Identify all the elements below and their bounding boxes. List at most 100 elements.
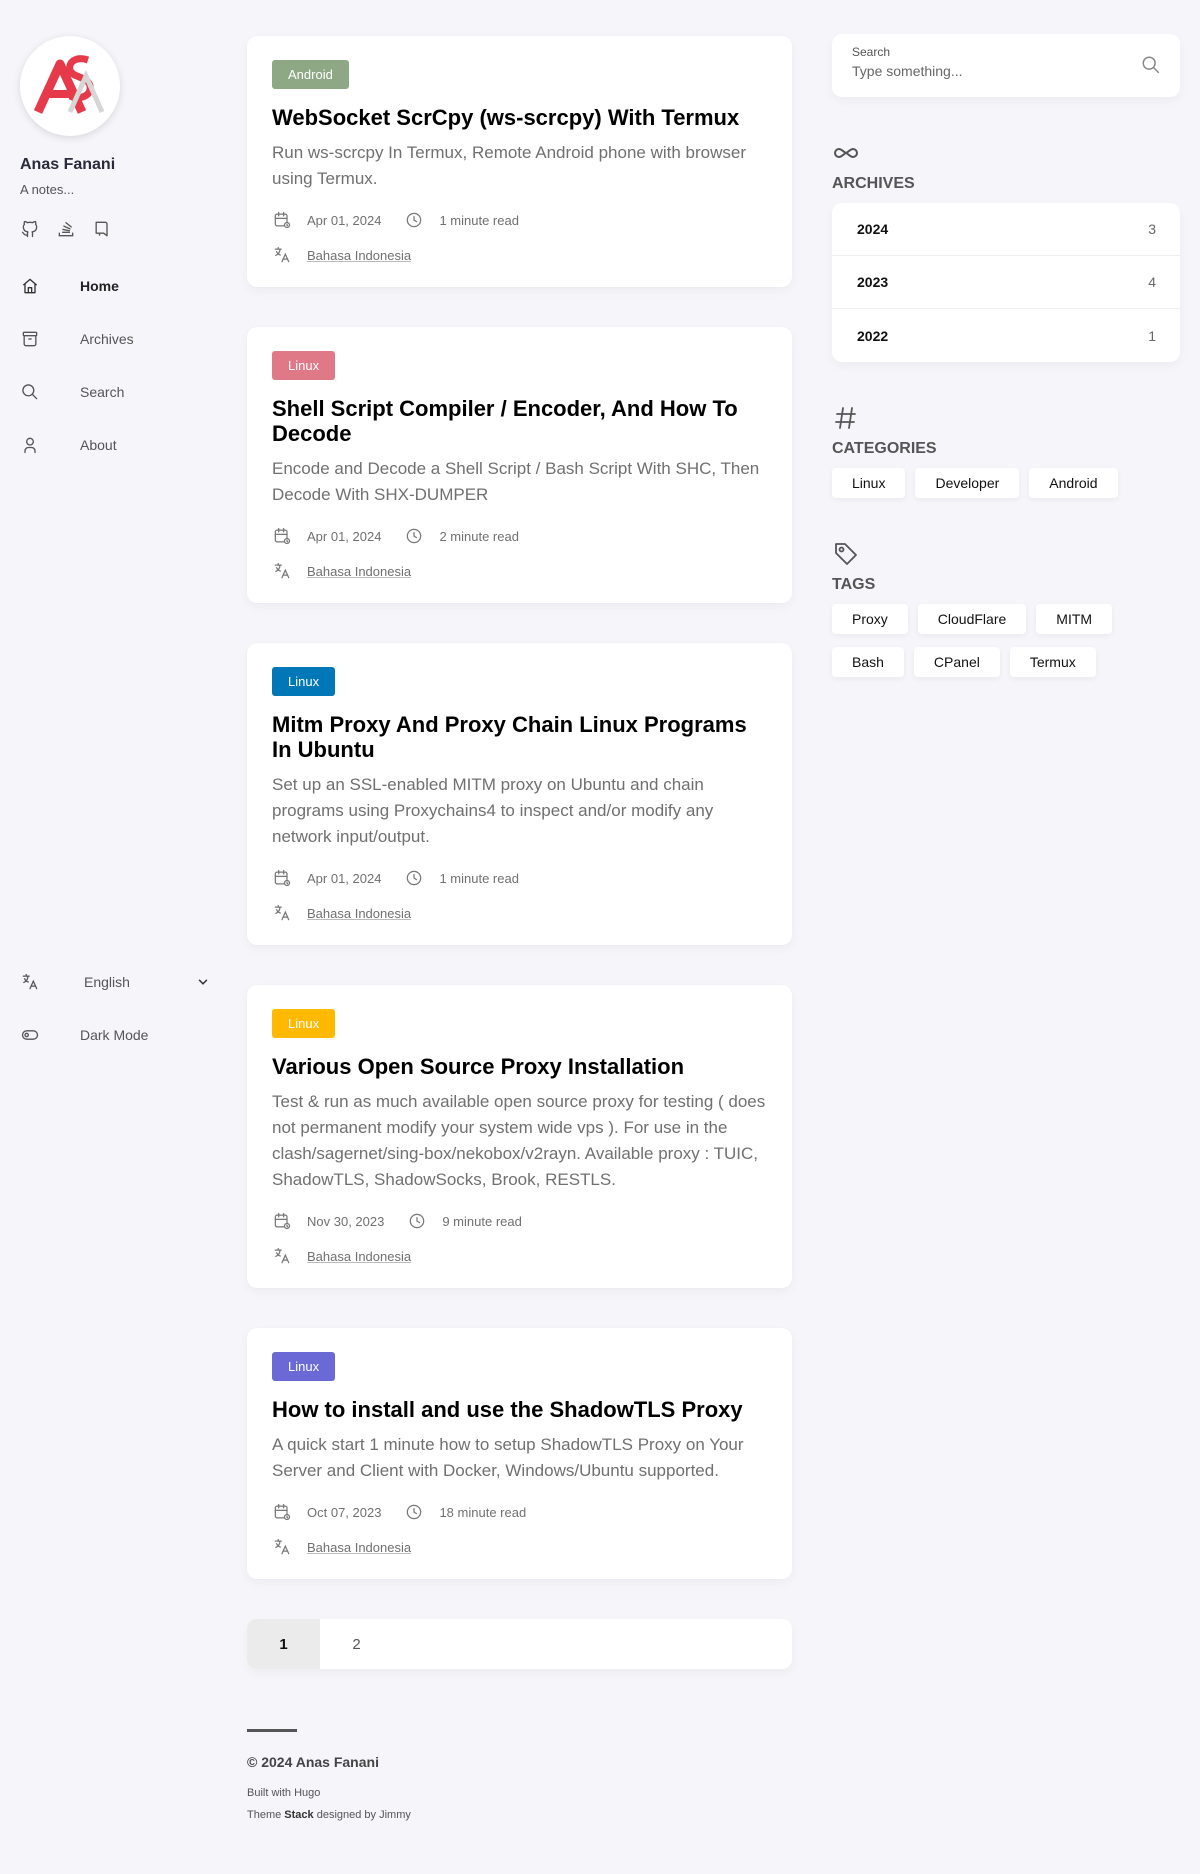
category-chip[interactable]: Linux [832,468,906,498]
article-title[interactable]: How to install and use the ShadowTLS Pro… [272,1397,767,1422]
translation-link[interactable]: Bahasa Indonesia [307,248,411,263]
translation-link[interactable]: Bahasa Indonesia [307,1249,411,1264]
page-link-2[interactable]: 2 [320,1619,393,1669]
home-icon [20,276,40,296]
menu-item-about[interactable]: About [20,418,215,471]
language-icon [272,561,292,581]
article-category[interactable]: Linux [272,1009,336,1038]
footer-theme-suffix: designed by [313,1809,380,1821]
article-category[interactable]: Linux [272,1352,336,1381]
search-label: Search [852,45,891,59]
tag-chip[interactable]: Termux [1009,647,1096,677]
article-date: Oct 07, 2023 [307,1504,382,1520]
logo-icon [33,55,105,114]
article-meta: Apr 01, 2024 1 minute read [272,210,767,230]
article-date: Apr 01, 2024 [307,870,382,886]
menu-label: Home [80,277,119,294]
archive-year: 2022 [857,327,889,344]
translation-link[interactable]: Bahasa Indonesia [307,1540,411,1555]
social-links [20,219,215,239]
language-selector[interactable]: English [20,972,210,992]
article-date: Apr 01, 2024 [307,212,382,228]
stack-overflow-icon[interactable] [56,219,76,239]
categories-list: Linux Developer Android [832,468,1180,498]
left-sidebar: Anas Fanani A notes... Home Archives Sea… [20,36,215,471]
menu-label: Search [80,383,125,400]
theme-link[interactable]: Stack [284,1809,313,1821]
article-meta: Nov 30, 2023 9 minute read [272,1211,767,1231]
archive-count: 4 [1148,274,1156,290]
site-name: Anas Fanani [20,156,116,173]
archive-year-row[interactable]: 2024 3 [832,203,1180,256]
menu-item-search[interactable]: Search [20,365,215,418]
footer-built-with: Built with Hugo [247,1782,792,1804]
translation-link[interactable]: Bahasa Indonesia [307,906,411,921]
footer-credits: Built with Hugo Theme Stack designed by … [247,1782,792,1826]
article-card: Linux Shell Script Compiler / Encoder, An… [247,327,792,603]
tag-chip[interactable]: MITM [1036,604,1113,634]
article-excerpt: A quick start 1 minute how to setup Shad… [272,1435,744,1480]
user-icon [20,435,40,455]
category-chip[interactable]: Developer [915,468,1020,498]
github-icon[interactable] [20,219,40,239]
menu-item-home[interactable]: Home [20,259,215,312]
translation-link[interactable]: Bahasa Indonesia [307,564,411,579]
article-title[interactable]: WebSocket ScrCpy (ws-scrcpy) With Termux [272,105,767,130]
hashtag-icon [832,404,860,432]
archive-year: 2024 [857,221,889,237]
language-selected: English [84,974,130,990]
page-link-1[interactable]: 1 [247,1619,320,1669]
article-meta: Apr 01, 2024 1 minute read [272,868,767,888]
archive-year-row[interactable]: 2023 4 [832,256,1180,309]
calendar-icon [272,210,292,230]
article-card: Linux Various Open Source Proxy Installat… [247,985,792,1288]
archive-year: 2023 [857,274,889,290]
language-icon [272,1246,292,1266]
dark-mode-toggle[interactable]: Dark Mode [20,1025,148,1045]
article-title[interactable]: Shell Script Compiler / Encoder, And How… [272,396,767,446]
article-card: Linux Mitm Proxy And Proxy Chain Linux Pr… [247,643,792,945]
menu-item-archives[interactable]: Archives [20,312,215,365]
tag-chip[interactable]: CloudFlare [917,604,1027,634]
language-icon [272,1537,292,1557]
search-icon[interactable] [1140,54,1162,76]
article-date: Nov 30, 2023 [307,1213,385,1229]
calendar-icon [272,1502,292,1522]
article-read-time: 1 minute read [439,212,519,228]
article-title[interactable]: Mitm Proxy And Proxy Chain Linux Program… [272,712,767,762]
search-input[interactable] [852,63,1122,79]
article-excerpt: Run ws-scrcpy In Termux, Remote Android … [272,143,746,188]
language-icon [272,245,292,265]
footer-divider [247,1729,297,1732]
article-read-time: 2 minute read [439,528,519,544]
article-title[interactable]: Various Open Source Proxy Installation [272,1054,767,1079]
category-chip[interactable]: Android [1029,468,1118,498]
article-category[interactable]: Linux [272,667,336,696]
book-icon[interactable] [92,219,112,239]
article-meta: Apr 01, 2024 2 minute read [272,526,767,546]
tag-chip[interactable]: Proxy [832,604,908,634]
archive-icon [20,329,40,349]
clock-icon [404,210,424,230]
article-meta: Oct 07, 2023 18 minute read [272,1502,767,1522]
article-excerpt: Test & run as much available open source… [272,1092,766,1189]
infinity-icon [832,139,860,167]
article-category[interactable]: Linux [272,351,336,380]
avatar[interactable] [20,36,120,136]
tag-chip[interactable]: CPanel [913,647,1000,677]
article-translations: Bahasa Indonesia [272,1246,767,1266]
footer-theme: Theme Stack designed by Jimmy [247,1804,792,1826]
footer-copyright: © 2024 Anas Fanani [247,1754,379,1770]
dark-mode-label: Dark Mode [80,1027,149,1043]
theme-author-link[interactable]: Jimmy [379,1809,411,1821]
archive-year-row[interactable]: 2022 1 [832,309,1180,362]
hugo-link[interactable]: Hugo [294,1787,320,1799]
clock-icon [407,1211,427,1231]
tag-chip[interactable]: Bash [832,647,904,677]
language-icon [272,903,292,923]
archive-count: 1 [1148,327,1156,344]
footer-built-prefix: Built with [247,1787,295,1799]
article-category[interactable]: Android [272,60,349,89]
article-list: Android WebSocket ScrCpy (ws-scrcpy) With… [247,36,792,1826]
site-description: A notes... [20,182,75,197]
